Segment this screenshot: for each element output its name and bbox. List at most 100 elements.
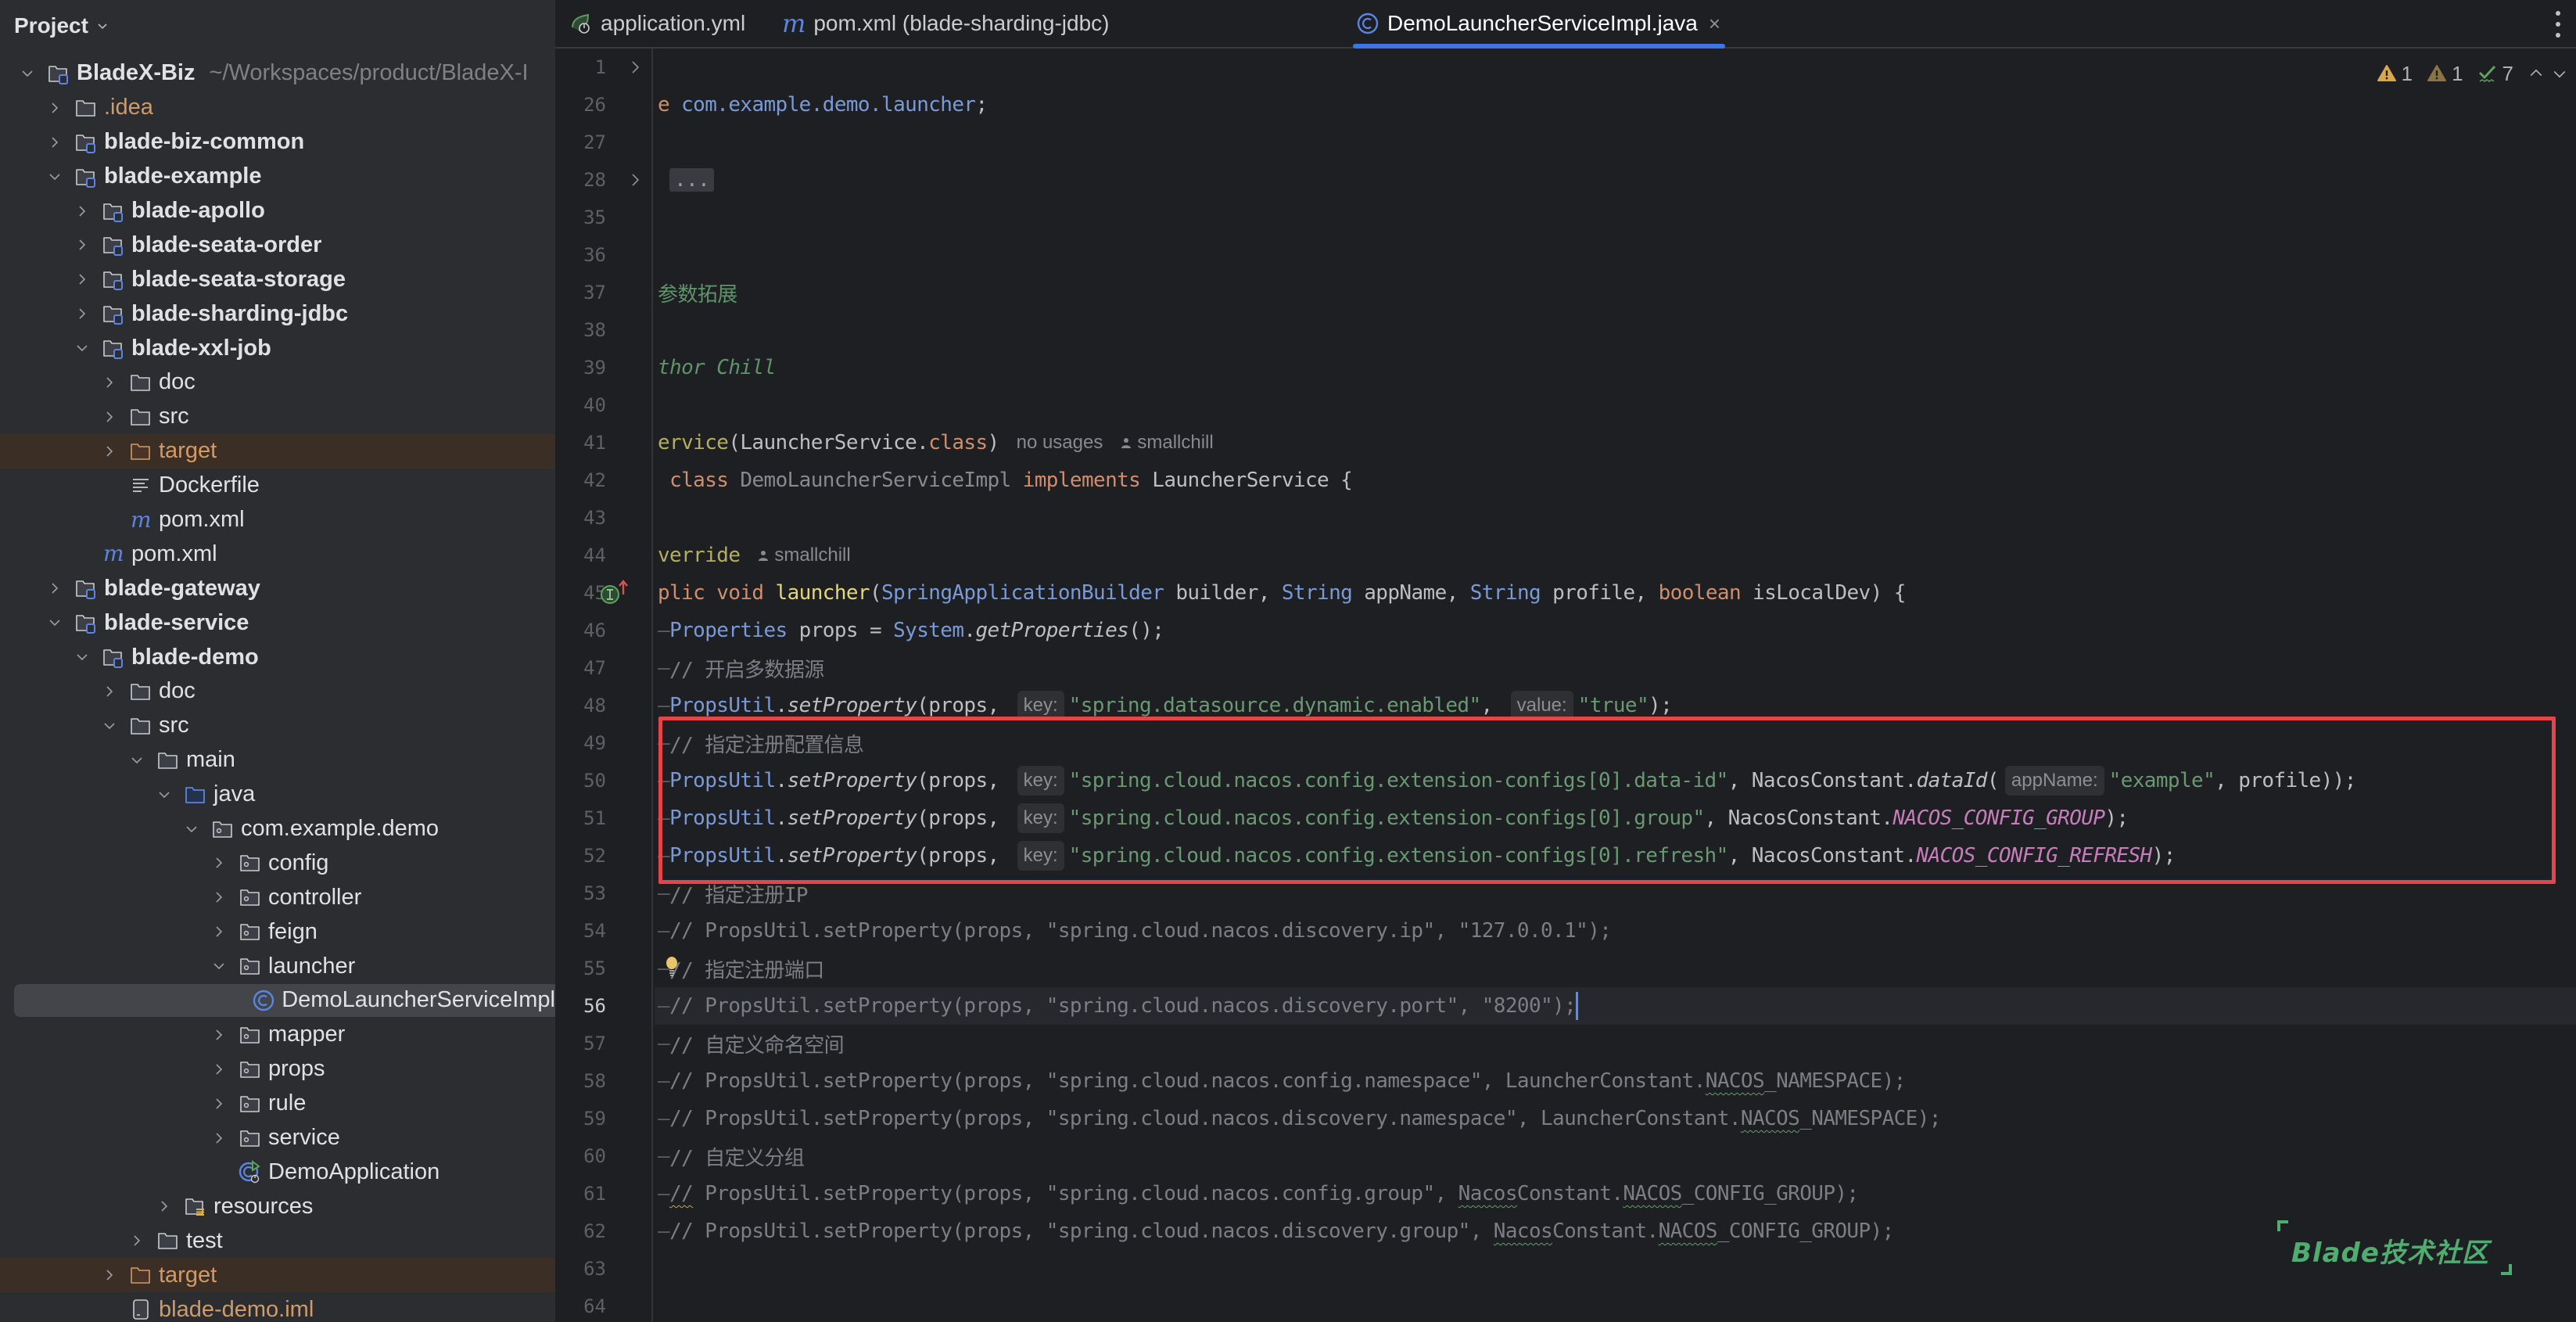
chevron-right-icon[interactable] bbox=[45, 98, 65, 118]
tree-item[interactable]: blade-demo.iml bbox=[0, 1292, 555, 1322]
author-inlay[interactable]: smallchill bbox=[1120, 432, 1214, 454]
gutter-line[interactable]: 1 bbox=[555, 48, 653, 86]
project-view-selector[interactable]: Project bbox=[14, 8, 109, 44]
tree-item[interactable]: launcher bbox=[0, 949, 555, 983]
code-line[interactable]: —// PropsUtil.setProperty(props, "spring… bbox=[655, 1100, 2576, 1137]
tree-item[interactable]: resources bbox=[0, 1189, 555, 1223]
code-line[interactable] bbox=[655, 236, 2576, 274]
gutter-line[interactable]: 46 bbox=[555, 612, 653, 649]
tree-item[interactable]: config bbox=[0, 846, 555, 880]
tree-item[interactable]: target bbox=[0, 433, 555, 469]
chevron-right-icon[interactable] bbox=[209, 921, 229, 942]
code-line[interactable]: — PropsUtil. setProperty (props, key: "sprin… bbox=[655, 762, 2576, 799]
tree-item[interactable]: blade-seata-order bbox=[0, 228, 555, 262]
chevron-right-icon[interactable] bbox=[45, 578, 65, 598]
author-inlay[interactable]: smallchill bbox=[757, 544, 851, 566]
gutter-line[interactable]: 26 bbox=[555, 86, 653, 124]
tab-pom-xml-sharding-jdbc[interactable]: m pom.xml (blade-sharding-jdbc) bbox=[782, 0, 1110, 47]
tree-item[interactable]: blade-apollo bbox=[0, 194, 555, 228]
tab-demo-launcher-service-impl[interactable]: DemoLauncherServiceImpl.java × bbox=[1353, 0, 1726, 48]
code-line[interactable] bbox=[655, 386, 2576, 424]
tree-item[interactable]: m pom.xml bbox=[0, 537, 555, 571]
chevron-down-icon[interactable] bbox=[45, 167, 65, 187]
gutter-line[interactable]: 38 bbox=[555, 311, 653, 349]
close-tab-icon[interactable]: × bbox=[1709, 12, 1720, 36]
chevron-right-icon[interactable] bbox=[99, 681, 120, 702]
tree-item[interactable]: target bbox=[0, 1258, 555, 1293]
code-line[interactable] bbox=[655, 1288, 2576, 1322]
tree-item[interactable]: src bbox=[0, 709, 555, 743]
gutter-line[interactable]: 45 bbox=[555, 574, 653, 612]
code-line[interactable]: — PropsUtil. setProperty (props, key: "sprin… bbox=[655, 837, 2576, 875]
editor-gutter[interactable]: 1 26 27 28 35 36 37 38 39 40 41 42 43 44 45 46 47 48 49 50 5… bbox=[555, 48, 653, 1322]
implements-method-icon[interactable] bbox=[600, 579, 631, 607]
gutter-line[interactable]: 35 bbox=[555, 199, 653, 236]
tree-item[interactable]: DemoApplication bbox=[0, 1155, 555, 1190]
typos-indicator[interactable]: 7 bbox=[2477, 62, 2513, 86]
code-line[interactable]: —// PropsUtil.setProperty(props, "spring… bbox=[655, 1175, 2576, 1212]
tree-item[interactable]: Dockerfile bbox=[0, 469, 555, 503]
chevron-right-icon[interactable] bbox=[72, 235, 92, 255]
weak-warnings-indicator[interactable]: 1 bbox=[2427, 62, 2463, 86]
gutter-line[interactable]: 59 bbox=[555, 1100, 653, 1137]
code-editor[interactable]: 1 26 27 28 35 36 37 38 39 40 41 42 43 44 45 46 47 48 49 50 5… bbox=[555, 48, 2576, 1322]
code-line[interactable]: — Properties props = System. getProperties… bbox=[655, 612, 2576, 649]
gutter-line[interactable]: 27 bbox=[555, 124, 653, 161]
chevron-right-icon[interactable] bbox=[72, 269, 92, 289]
code-line[interactable]: ervice (LauncherService. class) no usages sm… bbox=[655, 424, 2576, 462]
code-line[interactable]: class DemoLauncherServiceImpl implements… bbox=[655, 462, 2576, 499]
gutter-line[interactable]: 39 bbox=[555, 349, 653, 386]
chevron-right-icon[interactable] bbox=[209, 1025, 229, 1045]
chevron-down-icon[interactable] bbox=[17, 63, 38, 84]
folded-imports-placeholder[interactable]: ... bbox=[669, 168, 715, 192]
tree-item[interactable]: controller bbox=[0, 880, 555, 914]
chevron-right-icon[interactable] bbox=[99, 372, 120, 393]
code-line[interactable]: thor Chill bbox=[655, 349, 2576, 386]
code-line[interactable]: —// 开启多数据源 bbox=[655, 649, 2576, 687]
tree-item[interactable]: .idea bbox=[0, 91, 555, 125]
chevron-right-icon[interactable] bbox=[209, 1059, 229, 1080]
tree-item[interactable]: blade-sharding-jdbc bbox=[0, 296, 555, 331]
tree-item[interactable]: blade-seata-storage bbox=[0, 262, 555, 296]
tree-item[interactable]: java bbox=[0, 778, 555, 812]
previous-highlight-icon[interactable] bbox=[2528, 63, 2545, 84]
code-line[interactable]: —// PropsUtil.setProperty(props, "spring… bbox=[655, 1062, 2576, 1100]
chevron-right-icon[interactable] bbox=[99, 407, 120, 427]
code-line[interactable]: —// 自定义分组 bbox=[655, 1137, 2576, 1175]
code-line[interactable]: —// 自定义命名空间 bbox=[655, 1025, 2576, 1062]
code-line[interactable]: —// PropsUtil.setProperty(props, "spring… bbox=[655, 912, 2576, 950]
gutter-line[interactable]: 28 bbox=[555, 161, 653, 199]
code-line[interactable]: plic void launcher(SpringApplicationBuil… bbox=[655, 574, 2576, 612]
gutter-line[interactable]: 37 bbox=[555, 274, 653, 311]
code-line[interactable] bbox=[655, 124, 2576, 161]
chevron-right-icon[interactable] bbox=[209, 1128, 229, 1148]
gutter-line[interactable]: 51 bbox=[555, 799, 653, 837]
chevron-right-icon[interactable] bbox=[72, 201, 92, 221]
tab-application-yml[interactable]: application.yml bbox=[569, 0, 745, 47]
more-tabs-menu-icon[interactable] bbox=[2554, 11, 2562, 38]
gutter-line[interactable]: 50 bbox=[555, 762, 653, 799]
gutter-line[interactable]: 61 bbox=[555, 1175, 653, 1212]
code-line[interactable]: e com.example.demo.launcher; bbox=[655, 86, 2576, 124]
project-tree[interactable]: BladeX-Biz ~/Workspaces/product/BladeX-I.… bbox=[0, 56, 555, 1322]
tree-item[interactable]: doc bbox=[0, 365, 555, 400]
gutter-line[interactable]: 64 bbox=[555, 1288, 653, 1322]
gutter-line[interactable]: 40 bbox=[555, 386, 653, 424]
gutter-line[interactable]: 57 bbox=[555, 1025, 653, 1062]
gutter-line[interactable]: 44 bbox=[555, 537, 653, 574]
chevron-down-icon[interactable] bbox=[154, 785, 174, 805]
code-line[interactable] bbox=[655, 48, 2576, 86]
tree-item[interactable]: blade-service bbox=[0, 605, 555, 640]
gutter-line[interactable]: 62 bbox=[555, 1212, 653, 1250]
code-line[interactable]: 参数拓展 bbox=[655, 274, 2576, 311]
chevron-right-icon[interactable] bbox=[127, 1230, 147, 1251]
usages-inlay[interactable]: no usages bbox=[1017, 432, 1103, 454]
gutter-line[interactable]: 63 bbox=[555, 1250, 653, 1288]
code-line[interactable]: —// PropsUtil.setProperty(props, "spring… bbox=[655, 987, 2576, 1025]
code-line[interactable]: —// 指定注册端口 bbox=[655, 950, 2576, 987]
tree-item[interactable]: mapper bbox=[0, 1018, 555, 1052]
fold-expand-icon[interactable] bbox=[628, 58, 644, 77]
tree-item[interactable]: DemoLauncherServiceImpl bbox=[0, 983, 555, 1018]
tree-item[interactable]: src bbox=[0, 400, 555, 434]
gutter-line[interactable]: 43 bbox=[555, 499, 653, 537]
